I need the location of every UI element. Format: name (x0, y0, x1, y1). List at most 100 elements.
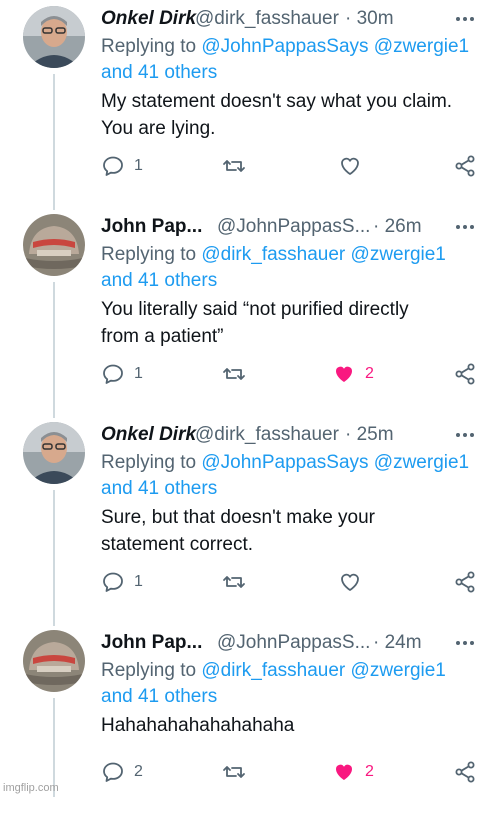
avatar-image (23, 6, 85, 68)
mention-link[interactable]: @JohnPappasSays (201, 36, 368, 57)
replying-to: Replying to @dirk_fasshauer @zwergie1 an… (101, 658, 481, 710)
more-icon[interactable] (454, 632, 476, 654)
share-icon (455, 761, 475, 783)
tweet-text-line: You are lying. (101, 118, 216, 139)
user-handle[interactable]: @JohnPappasS... (217, 214, 370, 240)
like-count: 2 (365, 763, 374, 780)
watermark: imgflip.com (3, 782, 59, 794)
reply-button[interactable]: 1 (101, 360, 143, 388)
timestamp[interactable]: · 26m (373, 214, 422, 240)
tweet[interactable]: Onkel Dirk @dirk_fasshauer · 30m Replyin… (0, 0, 500, 208)
action-bar: 1 (101, 568, 481, 596)
reply-count: 1 (134, 573, 143, 590)
tweet-text: My statement doesn't say what you claim.… (101, 88, 481, 142)
replying-to: Replying to @JohnPappasSays @zwergie1 an… (101, 34, 481, 86)
display-name[interactable]: Onkel Dirk (101, 424, 196, 445)
like-button[interactable] (338, 568, 371, 596)
user-handle[interactable]: @JohnPappasS... (217, 630, 370, 656)
avatar-image (23, 630, 85, 692)
tweet[interactable]: Onkel Dirk @dirk_fasshauer · 25m Replyin… (0, 416, 500, 624)
avatar-image (23, 422, 85, 484)
like-count: 2 (365, 365, 374, 382)
display-name[interactable]: John Pap... (101, 632, 202, 653)
like-button[interactable] (338, 152, 371, 180)
retweet-button[interactable] (222, 568, 246, 596)
reply-count: 1 (134, 157, 143, 174)
tweet[interactable]: John Pap... @JohnPappasS... · 24m Replyi… (0, 624, 500, 832)
tweet-text: Hahahahahahahahaha (101, 712, 481, 739)
share-button[interactable] (453, 758, 477, 786)
timestamp[interactable]: · 25m (345, 422, 394, 448)
reply-icon (103, 364, 123, 384)
reply-icon (103, 762, 123, 782)
replying-to: Replying to @dirk_fasshauer @zwergie1 an… (101, 242, 481, 294)
mention-link[interactable]: @JohnPappasSays (201, 452, 368, 473)
replying-to-label: Replying to (101, 660, 202, 681)
reply-icon (103, 572, 123, 592)
more-icon[interactable] (454, 216, 476, 238)
retweet-button[interactable] (222, 152, 246, 180)
action-bar: 1 2 (101, 360, 481, 388)
avatar[interactable] (23, 630, 85, 692)
mention-link[interactable]: @dirk_fasshauer (201, 660, 345, 681)
others-link[interactable]: and 41 others (101, 686, 217, 707)
tweet-header: Onkel Dirk @dirk_fasshauer · 30m (101, 6, 450, 32)
heart-icon (341, 157, 359, 175)
more-icon[interactable] (454, 424, 476, 446)
retweet-button[interactable] (222, 758, 246, 786)
tweet-header: Onkel Dirk @dirk_fasshauer · 25m (101, 422, 450, 448)
mention-link[interactable]: @zwergie1 (351, 660, 446, 681)
replying-to: Replying to @JohnPappasSays @zwergie1 an… (101, 450, 481, 502)
heart-icon (341, 573, 359, 591)
action-bar: 2 2 (101, 758, 481, 786)
replying-to-label: Replying to (101, 36, 202, 57)
tweet-text: Sure, but that doesn't make your stateme… (101, 504, 481, 558)
display-name[interactable]: John Pap... (101, 216, 202, 237)
reply-button[interactable]: 1 (101, 152, 143, 180)
share-icon (455, 363, 475, 385)
mention-link[interactable]: @dirk_fasshauer (201, 244, 345, 265)
tweet-header: John Pap... @JohnPappasS... · 26m (101, 214, 450, 240)
tweet-text-line: from a patient” (101, 326, 224, 347)
reply-icon (103, 156, 123, 176)
avatar[interactable] (23, 214, 85, 276)
retweet-icon (223, 766, 245, 778)
user-handle[interactable]: @dirk_fasshauer (195, 6, 339, 32)
reply-button[interactable]: 2 (101, 758, 143, 786)
others-link[interactable]: and 41 others (101, 270, 217, 291)
retweet-icon (223, 368, 245, 380)
replying-to-label: Replying to (101, 452, 202, 473)
timestamp[interactable]: · 30m (345, 6, 394, 32)
avatar[interactable] (23, 6, 85, 68)
others-link[interactable]: and 41 others (101, 478, 217, 499)
share-icon (455, 571, 475, 593)
tweet-text-line: You literally said “not purified directl… (101, 299, 409, 320)
share-button[interactable] (453, 152, 477, 180)
avatar[interactable] (23, 422, 85, 484)
tweet-text-line: Hahahahahahahahaha (101, 715, 295, 736)
share-button[interactable] (453, 360, 477, 388)
reply-button[interactable]: 1 (101, 568, 143, 596)
mention-link[interactable]: @zwergie1 (374, 452, 469, 473)
user-handle[interactable]: @dirk_fasshauer (195, 422, 339, 448)
others-link[interactable]: and 41 others (101, 62, 217, 83)
mention-link[interactable]: @zwergie1 (351, 244, 446, 265)
retweet-icon (223, 160, 245, 172)
heart-icon (336, 366, 352, 382)
share-button[interactable] (453, 568, 477, 596)
display-name[interactable]: Onkel Dirk (101, 8, 196, 29)
tweet[interactable]: John Pap... @JohnPappasS... · 26m Replyi… (0, 208, 500, 416)
like-button[interactable]: 2 (332, 360, 374, 388)
tweet-text: You literally said “not purified directl… (101, 296, 481, 350)
tweet-text-line: statement correct. (101, 534, 254, 555)
action-bar: 1 (101, 152, 481, 180)
tweet-text-line: My statement doesn't say what you claim. (101, 91, 453, 112)
more-icon[interactable] (454, 8, 476, 30)
like-button[interactable]: 2 (332, 758, 374, 786)
mention-link[interactable]: @zwergie1 (374, 36, 469, 57)
retweet-button[interactable] (222, 360, 246, 388)
reply-count: 1 (134, 365, 143, 382)
timestamp[interactable]: · 24m (373, 630, 422, 656)
avatar-image (23, 214, 85, 276)
tweet-header: John Pap... @JohnPappasS... · 24m (101, 630, 450, 656)
